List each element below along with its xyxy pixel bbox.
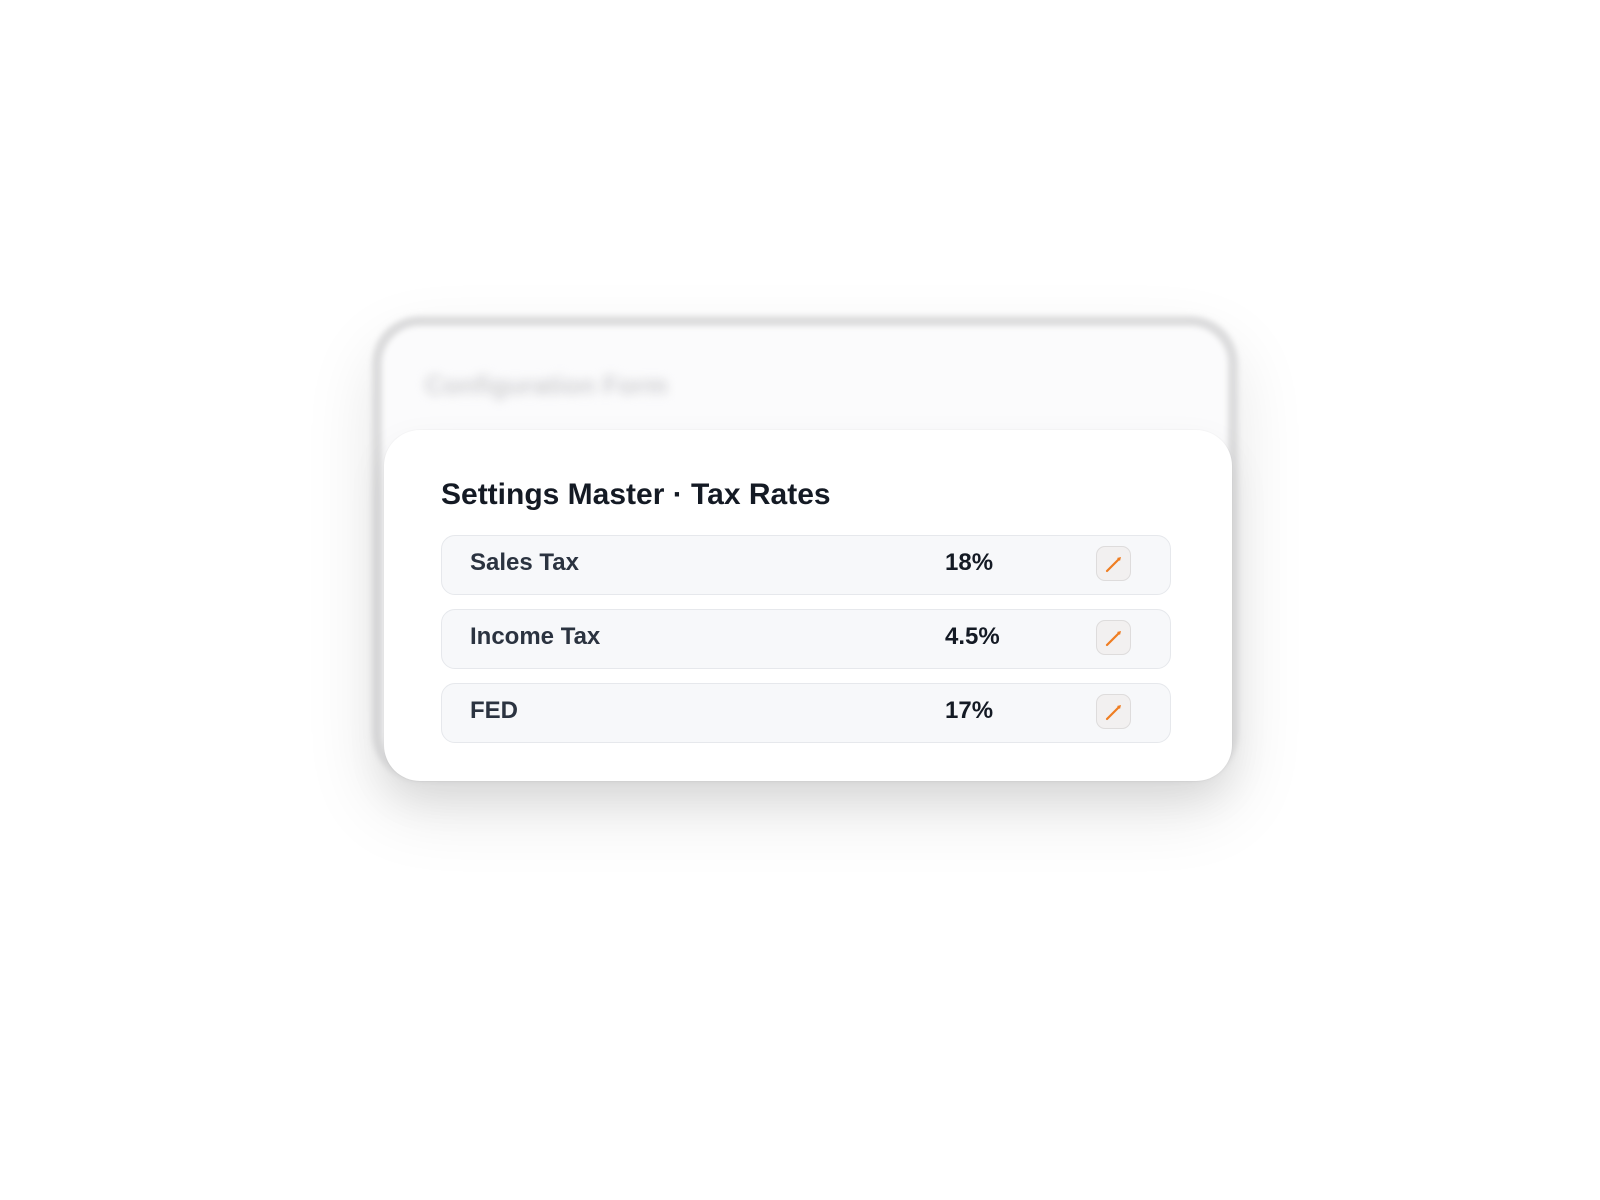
pencil-icon — [1105, 704, 1121, 720]
edit-fed-button[interactable] — [1096, 694, 1131, 729]
edit-sales-tax-button[interactable] — [1096, 546, 1131, 581]
tax-rate-list: Sales Tax 18% Income Tax 4.5% FED 17% — [441, 535, 1171, 757]
tax-rates-card: Settings Master · Tax Rates Sales Tax 18… — [384, 430, 1232, 781]
tax-rate-row-fed: FED 17% — [441, 683, 1171, 743]
tax-name: FED — [470, 697, 518, 724]
screen: Configuration Form Settings Master · Tax… — [0, 0, 1600, 1200]
tax-rate-value: 18% — [945, 549, 994, 576]
tax-name: Sales Tax — [470, 549, 579, 576]
edit-income-tax-button[interactable] — [1096, 620, 1131, 655]
card-title: Settings Master · Tax Rates — [441, 478, 831, 511]
tax-rate-row-income-tax: Income Tax 4.5% — [441, 609, 1171, 669]
background-window-title: Configuration Form — [425, 370, 668, 400]
pencil-icon — [1105, 630, 1121, 646]
tax-name: Income Tax — [470, 623, 601, 650]
pencil-icon — [1105, 556, 1121, 572]
tax-rate-row-sales-tax: Sales Tax 18% — [441, 535, 1171, 595]
tax-rate-value: 17% — [945, 697, 994, 724]
tax-rate-value: 4.5% — [945, 623, 1000, 650]
